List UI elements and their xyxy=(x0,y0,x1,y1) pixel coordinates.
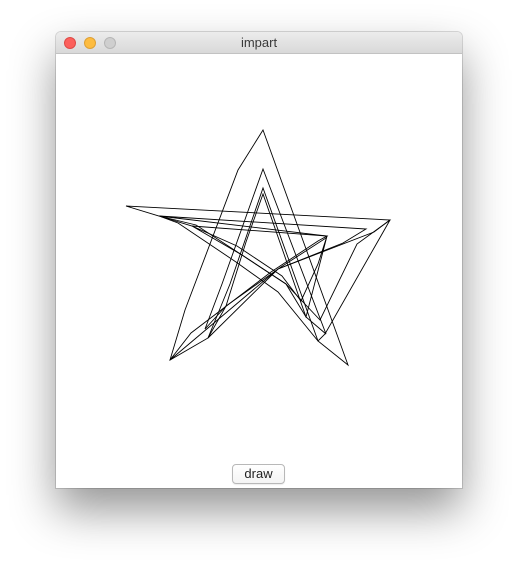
title-bar[interactable]: impart xyxy=(56,32,462,54)
draw-button[interactable]: draw xyxy=(232,464,285,484)
desktop-stage: impart draw xyxy=(0,0,518,568)
star-right-arm xyxy=(158,215,391,342)
impossible-star-drawing xyxy=(125,128,392,367)
star-left-arm-inner xyxy=(158,215,368,339)
star-right-arm-inner xyxy=(191,225,328,319)
window-title: impart xyxy=(240,35,278,50)
drawing-canvas[interactable]: draw xyxy=(56,54,462,488)
app-window: impart draw xyxy=(56,32,462,488)
